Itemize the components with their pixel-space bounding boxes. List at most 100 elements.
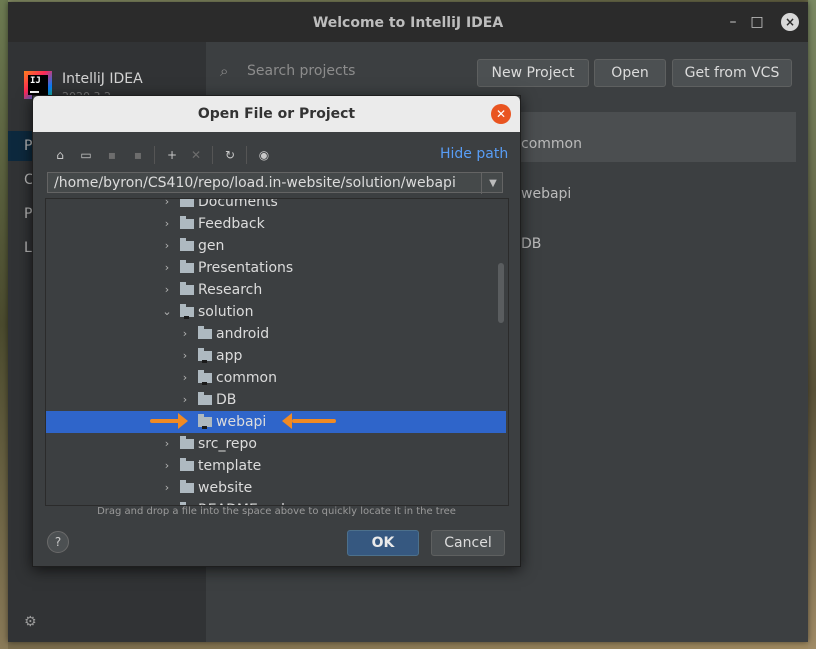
- desktop-icon[interactable]: ▭: [77, 146, 95, 164]
- logo-text: IJ: [30, 76, 41, 86]
- path-dropdown-icon[interactable]: ▼: [481, 173, 504, 194]
- folder-icon: [198, 348, 212, 363]
- chevron-right-icon[interactable]: ›: [160, 257, 174, 279]
- ok-button[interactable]: OK: [347, 530, 419, 556]
- tree-item-label: template: [198, 458, 262, 474]
- tree-row[interactable]: › gen: [46, 235, 506, 257]
- chevron-right-icon[interactable]: ›: [160, 279, 174, 301]
- tree-row[interactable]: › android: [46, 323, 506, 345]
- window-title: Welcome to IntelliJ IDEA: [312, 15, 504, 31]
- module-folder-icon[interactable]: ▪: [129, 146, 147, 164]
- tree-row[interactable]: README.md: [46, 499, 506, 505]
- get-from-vcs-button[interactable]: Get from VCS: [672, 59, 792, 87]
- recent-project-common[interactable]: common: [521, 136, 582, 152]
- tree-row[interactable]: › common: [46, 367, 506, 389]
- folder-icon: [180, 238, 194, 251]
- folder-icon: [180, 304, 194, 319]
- open-button[interactable]: Open: [594, 59, 666, 87]
- tree-row[interactable]: › website: [46, 477, 506, 499]
- toolbar-separator: [154, 146, 155, 164]
- tree-row[interactable]: › DB: [46, 389, 506, 411]
- tree-item-label: solution: [198, 304, 254, 320]
- chevron-down-icon[interactable]: ⌄: [160, 301, 174, 323]
- app-name: IntelliJ IDEA: [62, 71, 143, 87]
- folder-icon: [198, 370, 212, 385]
- new-project-button[interactable]: New Project: [477, 59, 589, 87]
- search-projects-input[interactable]: Search projects: [247, 63, 355, 79]
- tree-item-label: DB: [216, 392, 237, 408]
- dialog-title[interactable]: Open File or Project: [33, 96, 520, 132]
- cancel-button[interactable]: Cancel: [431, 530, 505, 556]
- dialog-close-icon[interactable]: ✕: [491, 104, 511, 124]
- toolbar-separator: [246, 146, 247, 164]
- folder-icon: [198, 392, 212, 405]
- tree-item-label: Feedback: [198, 216, 265, 232]
- tree-item-label: README.md: [198, 499, 285, 505]
- path-input[interactable]: /home/byron/CS410/repo/load.in-website/s…: [47, 172, 503, 193]
- annotation-arrowhead: [282, 413, 292, 429]
- tree-row[interactable]: › Feedback: [46, 213, 506, 235]
- tree-row[interactable]: › Documents: [46, 198, 506, 213]
- tree-row[interactable]: › Research: [46, 279, 506, 301]
- tree-item-label: src_repo: [198, 436, 257, 452]
- new-folder-icon[interactable]: +: [163, 146, 181, 164]
- tree-row[interactable]: › Presentations: [46, 257, 506, 279]
- project-folder-icon[interactable]: ▪: [103, 146, 121, 164]
- tree-row[interactable]: › app: [46, 345, 506, 367]
- chevron-right-icon[interactable]: ›: [178, 367, 192, 389]
- chevron-right-icon[interactable]: ›: [178, 389, 192, 411]
- window-titlebar[interactable]: Welcome to IntelliJ IDEA: [8, 2, 808, 42]
- folder-icon: [180, 199, 194, 207]
- nav-item-learn[interactable]: L: [24, 240, 32, 256]
- chevron-right-icon[interactable]: ›: [160, 213, 174, 235]
- file-tree[interactable]: › Documents › Feedback › gen › Presentations › Re…: [45, 198, 509, 506]
- folder-icon: [180, 458, 194, 471]
- tree-item-label: app: [216, 348, 243, 364]
- tree-item-label: Presentations: [198, 260, 294, 276]
- chevron-right-icon[interactable]: ›: [160, 433, 174, 455]
- search-icon: ⌕: [220, 62, 229, 80]
- desktop-background-right: [808, 0, 816, 649]
- annotation-arrow-left: [292, 419, 336, 423]
- chevron-right-icon[interactable]: ›: [160, 199, 174, 213]
- annotation-arrow-right: [150, 419, 180, 423]
- tree-item-label: website: [198, 480, 253, 496]
- delete-icon[interactable]: ✕: [187, 146, 205, 164]
- folder-icon: [198, 414, 212, 429]
- folder-icon: [198, 326, 212, 339]
- show-hidden-icon[interactable]: ◉: [255, 146, 273, 164]
- help-button[interactable]: ?: [47, 531, 69, 553]
- tree-item-label: Research: [198, 282, 263, 298]
- chevron-right-icon[interactable]: ›: [160, 455, 174, 477]
- hide-path-link[interactable]: Hide path: [440, 146, 508, 162]
- window-close-icon[interactable]: ×: [781, 13, 799, 31]
- tree-row[interactable]: › template: [46, 455, 506, 477]
- tree-item-label: gen: [198, 238, 225, 254]
- tree-row[interactable]: ⌄ solution: [46, 301, 506, 323]
- tree-item-label: common: [216, 370, 277, 386]
- desktop-background-left: [0, 0, 8, 649]
- tree-row[interactable]: › src_repo: [46, 433, 506, 455]
- home-icon[interactable]: ⌂: [51, 146, 69, 164]
- drag-drop-hint: Drag and drop a file into the space abov…: [97, 506, 456, 517]
- recent-project-webapi[interactable]: webapi: [521, 186, 571, 202]
- chevron-right-icon[interactable]: ›: [178, 323, 192, 345]
- gear-icon[interactable]: ⚙: [24, 614, 37, 630]
- refresh-icon[interactable]: ↻: [221, 146, 239, 164]
- minimize-icon[interactable]: –: [724, 13, 742, 31]
- folder-icon: [180, 480, 194, 493]
- folder-icon: [180, 282, 194, 295]
- toolbar-separator: [212, 146, 213, 164]
- tree-row[interactable]: webapi: [46, 411, 506, 433]
- chevron-right-icon[interactable]: ›: [160, 235, 174, 257]
- tree-item-label: webapi: [216, 414, 267, 430]
- maximize-icon[interactable]: □: [748, 13, 766, 31]
- folder-icon: [180, 260, 194, 273]
- open-file-dialog: Open File or Project ✕ ⌂ ▭ ▪ ▪ + ✕ ↻ ◉ H…: [32, 95, 521, 567]
- chevron-right-icon[interactable]: ›: [160, 477, 174, 499]
- chevron-right-icon[interactable]: ›: [178, 345, 192, 367]
- annotation-arrowhead: [178, 413, 188, 429]
- recent-project-db[interactable]: DB: [521, 236, 541, 252]
- tree-item-label: Documents: [198, 198, 278, 210]
- folder-icon: [180, 436, 194, 449]
